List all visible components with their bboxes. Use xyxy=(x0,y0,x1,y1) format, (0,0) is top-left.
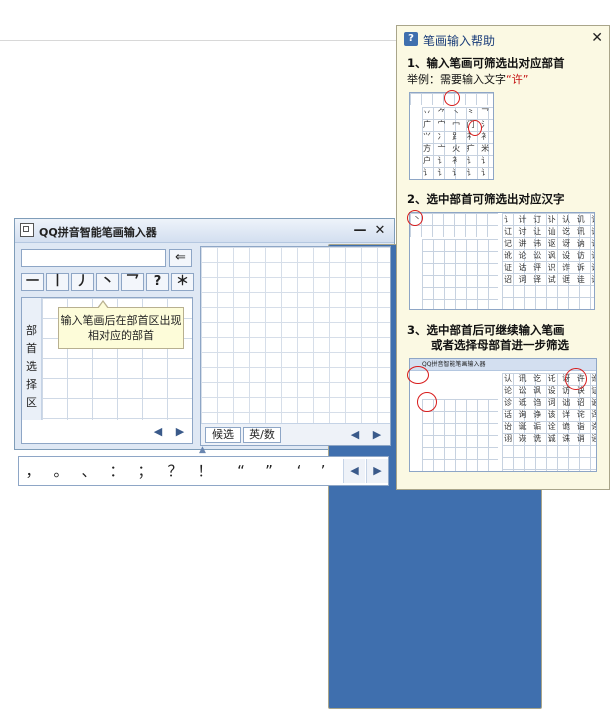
punct-rsquo[interactable]: ’ xyxy=(313,462,333,480)
punct-ldquo[interactable]: “ xyxy=(231,462,251,480)
stroke-buttons: 一 丨 丿 丶 乛 ? ＊ xyxy=(21,273,194,293)
stroke-help-panel: ? 笔画输入帮助 ✕ 1、输入笔画可筛选出对应部首 举例：需要输入文字“许” 丷… xyxy=(396,25,610,490)
help-example: 举例：需要输入文字“许” xyxy=(407,73,529,86)
punct-comma[interactable]: ， xyxy=(23,462,43,480)
page-divider xyxy=(0,40,396,41)
help-step-3: 3、选中部首后可继续输入笔画 xyxy=(407,323,565,337)
punct-question[interactable]: ？ xyxy=(165,462,185,480)
help-step-1: 1、输入笔画可筛选出对应部首 xyxy=(407,56,565,70)
stroke-zhe-button[interactable]: 乛 xyxy=(121,273,144,291)
punctuation-bar: ， 。 、 ： ； ？ ！ “ ” ‘ ’ ◀ ▶ xyxy=(18,456,389,486)
stroke-dian-button[interactable]: 丶 xyxy=(96,273,119,291)
radical-prev-button[interactable]: ◀ xyxy=(148,423,168,441)
punct-semicolon[interactable]: ； xyxy=(135,462,155,480)
help-step-3b: 或者选择母部首进一步筛选 xyxy=(431,338,569,352)
punct-prev-button[interactable]: ◀ xyxy=(343,459,365,483)
stroke-pie-button[interactable]: 丿 xyxy=(71,273,94,291)
radical-next-button[interactable]: ▶ xyxy=(170,423,190,441)
ime-titlebar[interactable]: QQ拼音智能笔画输入器 ? — ✕ xyxy=(15,219,542,709)
help-icon: ? xyxy=(404,32,418,46)
expand-caret-icon[interactable]: ▲ xyxy=(199,445,206,455)
close-button[interactable]: ✕ xyxy=(372,223,388,239)
stroke-unknown-button[interactable]: ? xyxy=(146,273,169,291)
candidate-prev-button[interactable]: ◀ xyxy=(347,427,363,443)
help-title: 笔画输入帮助 xyxy=(423,34,496,48)
radical-area-label: 部 首 选 择 区 xyxy=(22,298,42,420)
stroke-ime-window: QQ拼音智能笔画输入器 ? — ✕ ⇐ 一 丨 丿 丶 乛 ? ＊ 部 首 选 … xyxy=(14,218,542,709)
stroke-wildcard-button[interactable]: ＊ xyxy=(171,273,194,291)
example-char: “许” xyxy=(506,73,529,86)
stroke-input[interactable] xyxy=(21,249,166,267)
help-step-2: 2、选中部首可筛选出对应汉字 xyxy=(407,192,565,206)
help-image-2: 讠 计 订 讣 认 讥 讦 讧 讨 让 讪 讫 讯 议 记 讲 讳 讴 讶 讷 … xyxy=(409,212,595,310)
punct-colon[interactable]: ： xyxy=(107,462,127,480)
punct-lsquo[interactable]: ‘ xyxy=(289,462,309,480)
stroke-heng-button[interactable]: 一 xyxy=(21,273,44,291)
english-number-button[interactable]: 英/数 xyxy=(243,427,281,443)
highlight-circle xyxy=(407,210,423,226)
candidate-grid[interactable] xyxy=(201,247,390,423)
minimize-button[interactable]: — xyxy=(352,223,368,239)
punct-rdquo[interactable]: ” xyxy=(259,462,279,480)
ime-title: QQ拼音智能笔画输入器 xyxy=(39,226,157,239)
help-close-button[interactable]: ✕ xyxy=(591,30,603,46)
highlight-circle xyxy=(468,120,482,136)
highlight-circle xyxy=(407,366,429,384)
backspace-button[interactable]: ⇐ xyxy=(169,249,192,267)
punct-period[interactable]: 。 xyxy=(51,462,71,480)
candidate-area: 候选 英/数 ◀ ▶ xyxy=(200,246,391,446)
stroke-tooltip: 输入笔画后在部首区出现相对应的部首 xyxy=(58,300,184,349)
punct-exclaim[interactable]: ！ xyxy=(195,462,215,480)
punct-dun[interactable]: 、 xyxy=(79,462,99,480)
stroke-shu-button[interactable]: 丨 xyxy=(46,273,69,291)
candidate-next-button[interactable]: ▶ xyxy=(369,427,385,443)
highlight-circle xyxy=(565,368,587,390)
candidate-toolbar: 候选 英/数 ◀ ▶ xyxy=(201,423,390,445)
qq-logo-icon xyxy=(20,223,34,237)
candidate-button[interactable]: 候选 xyxy=(205,427,241,443)
highlight-circle xyxy=(417,392,437,412)
punct-next-button[interactable]: ▶ xyxy=(366,459,388,483)
highlight-circle xyxy=(444,90,460,106)
